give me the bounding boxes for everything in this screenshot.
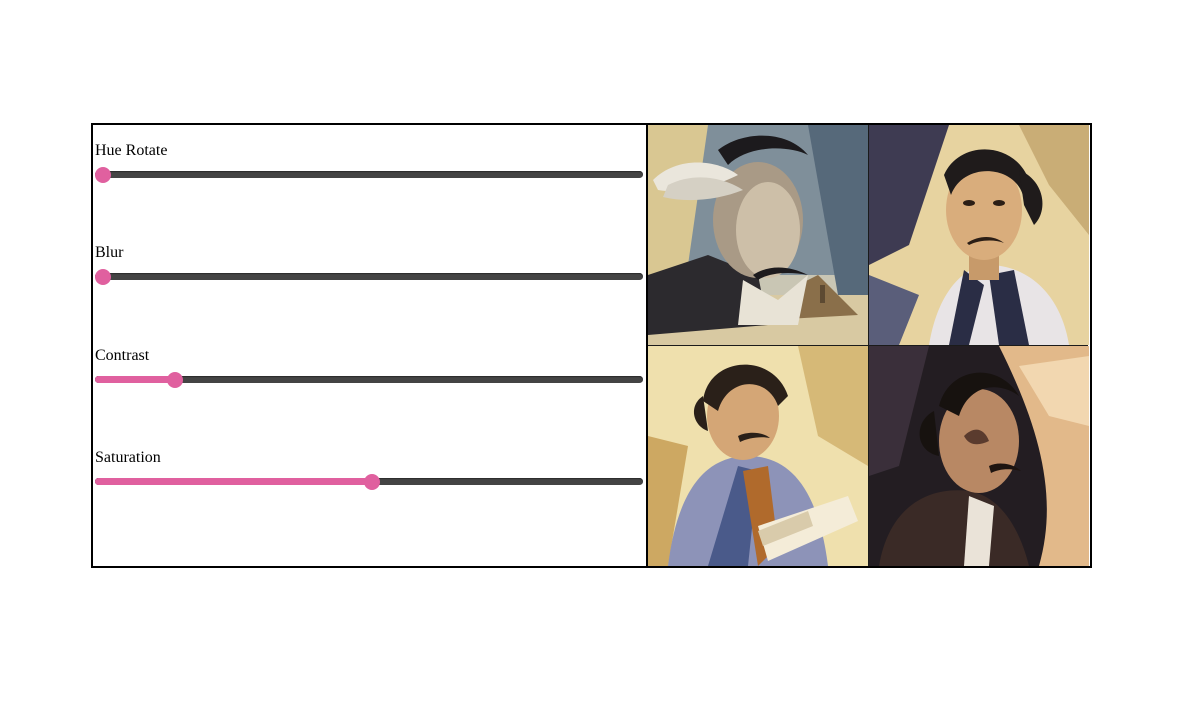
hue-rotate-slider[interactable] (95, 167, 643, 183)
saturation-thumb[interactable] (363, 474, 380, 490)
saturation-slider[interactable] (95, 474, 643, 490)
contrast-label: Contrast (95, 347, 150, 364)
portrait-gallery (648, 125, 1089, 566)
portrait-in-white-suit-image (869, 125, 1089, 345)
profile-portrait-dark-image (869, 346, 1089, 566)
contrast-slider[interactable] (95, 372, 643, 388)
blur-label: Blur (95, 244, 124, 261)
hue-rotate-label: Hue Rotate (95, 142, 168, 159)
saturation-label: Saturation (95, 449, 161, 466)
filter-controls: Hue Rotate Blur Contrast Saturation (93, 125, 648, 566)
contrast-thumb[interactable] (166, 372, 183, 388)
hue-rotate-track[interactable] (95, 171, 643, 178)
contrast-control: Contrast (95, 346, 643, 388)
blur-thumb[interactable] (95, 269, 111, 285)
saturation-fill (95, 478, 372, 485)
saturation-control: Saturation (95, 448, 643, 490)
portrait-reading-book-image (648, 346, 868, 566)
blur-slider[interactable] (95, 269, 643, 285)
contrast-fill (95, 376, 169, 383)
blur-track[interactable] (95, 273, 643, 280)
surreal-portrait-with-clouds-image (648, 125, 868, 345)
filter-editor-panel: Hue Rotate Blur Contrast Saturation (91, 123, 1092, 568)
blur-control: Blur (95, 243, 643, 285)
hue-rotate-control: Hue Rotate (95, 141, 643, 183)
hue-rotate-thumb[interactable] (95, 167, 111, 183)
